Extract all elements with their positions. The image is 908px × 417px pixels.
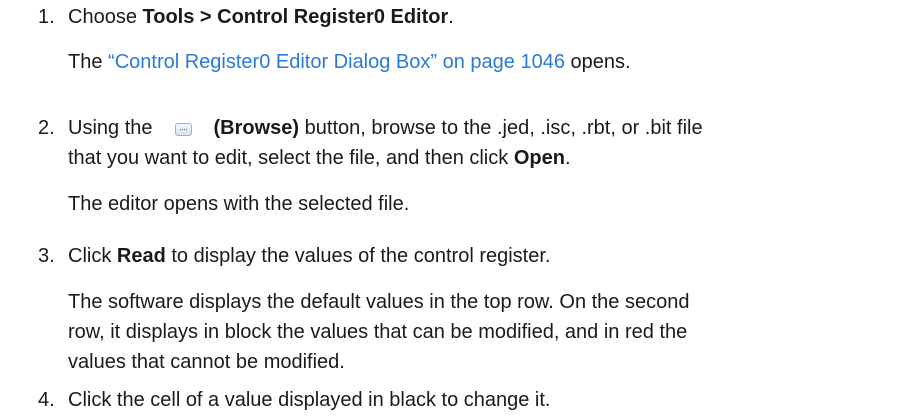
step-2-result: The editor opens with the selected file.	[68, 189, 409, 219]
step-text: button, browse to the .jed, .isc, .rbt, …	[299, 117, 703, 139]
result-text: The	[68, 51, 109, 73]
step-text: Click	[68, 245, 117, 267]
button-name: (Browse)	[213, 117, 300, 139]
step-text: to display the values of the control reg…	[165, 245, 551, 267]
cross-reference-link[interactable]: “Control Register0 Editor Dialog Box” on…	[108, 51, 565, 73]
step-3-result-line-1: The software displays the default values…	[68, 287, 689, 317]
button-name: Read	[116, 245, 166, 267]
step-1: 1. Choose Tools > Control Register0 Edito…	[38, 2, 454, 32]
step-number: 1.	[38, 6, 55, 28]
result-text: row, it displays in block the values tha…	[68, 321, 688, 343]
step-text: that you want to edit, select the file, …	[68, 147, 514, 169]
result-text: values that cannot be modified.	[68, 351, 345, 373]
result-text: The editor opens with the selected file.	[68, 193, 410, 215]
result-text: The software displays the default values…	[68, 291, 690, 313]
browse-button-icon	[174, 123, 192, 136]
step-text: Choose	[68, 6, 143, 28]
step-text: .	[564, 147, 571, 169]
step-number: 2.	[38, 117, 55, 139]
step-4: 4. Click the cell of a value displayed in…	[38, 385, 551, 415]
step-2: 2. Using the (Browse) button, browse to th…	[38, 113, 703, 143]
step-number: 4.	[38, 389, 55, 411]
step-text: Click the cell of a value displayed in b…	[68, 389, 551, 411]
step-3-result-line-3: values that cannot be modified.	[68, 347, 345, 377]
step-number: 3.	[38, 245, 55, 267]
step-3-result-line-2: row, it displays in block the values tha…	[68, 317, 687, 347]
step-1-result: The “Control Register0 Editor Dialog Box…	[68, 47, 631, 77]
step-text: Using the	[68, 117, 153, 139]
step-3: 3. Click Read to display the values of th…	[38, 241, 550, 271]
menu-path: Tools > Control Register0 Editor	[142, 6, 449, 28]
step-text: .	[448, 6, 454, 28]
step-2-line-2: that you want to edit, select the file, …	[68, 143, 571, 173]
result-text: opens.	[564, 51, 631, 73]
button-name: Open	[513, 147, 565, 169]
document-page: 1. Choose Tools > Control Register0 Edito…	[0, 0, 908, 417]
